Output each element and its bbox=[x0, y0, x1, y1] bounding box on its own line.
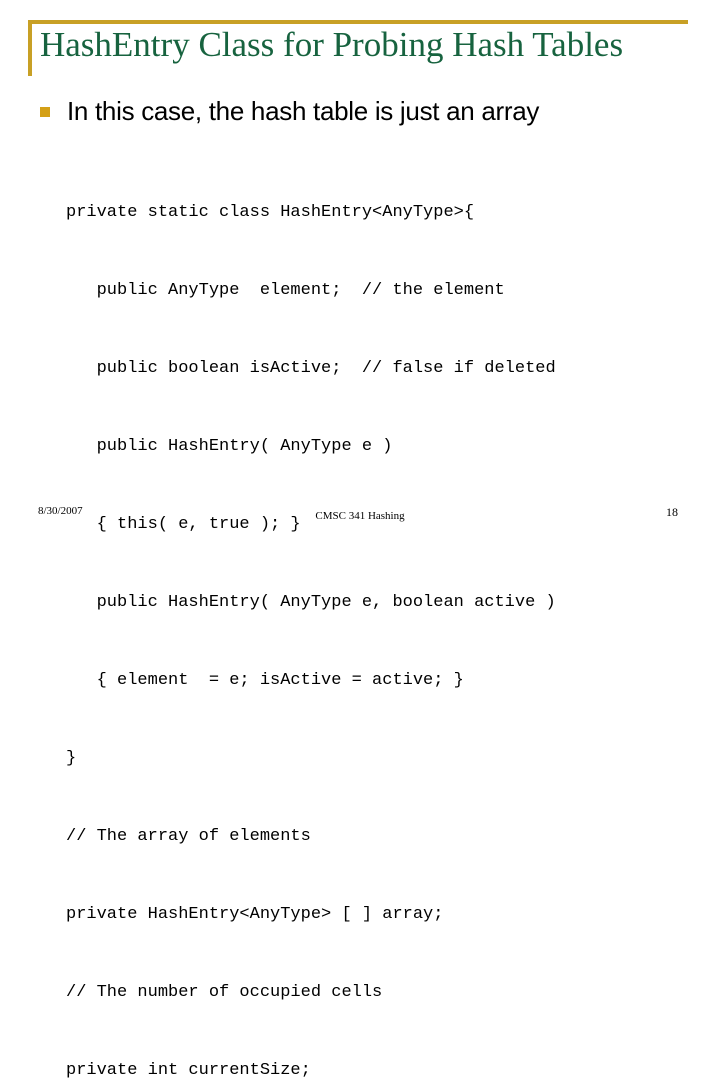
page-title: HashEntry Class for Probing Hash Tables bbox=[40, 25, 624, 64]
code-line: // The array of elements bbox=[66, 827, 311, 846]
code-line: // The number of occupied cells bbox=[66, 983, 383, 1002]
footer-course-label: CMSC 341 Hashing bbox=[315, 510, 405, 522]
code-line: public boolean isActive; // false if del… bbox=[66, 359, 556, 378]
code-line: { element = e; isActive = active; } bbox=[66, 671, 464, 690]
code-line: private int currentSize; bbox=[66, 1061, 311, 1080]
code-line: } bbox=[66, 749, 77, 768]
bullet-list-item: In this case, the hash table is just an … bbox=[40, 96, 680, 126]
bullet-item-label: In this case, the hash table is just an … bbox=[67, 96, 540, 126]
footer-page-number: 18 bbox=[666, 505, 678, 519]
slide: HashEntry Class for Probing Hash Tables … bbox=[0, 0, 720, 1080]
code-line: public HashEntry( AnyType e ) bbox=[66, 437, 393, 456]
title-left-rule bbox=[28, 20, 32, 76]
code-line: private static class HashEntry<AnyType>{ bbox=[66, 203, 475, 222]
code-line: public HashEntry( AnyType e, boolean act… bbox=[66, 593, 556, 612]
code-line: public AnyType element; // the element bbox=[66, 281, 505, 300]
code-block: private static class HashEntry<AnyType>{… bbox=[66, 148, 666, 1080]
slide-footer: 8/30/2007 CMSC 341 Hashing 18 bbox=[0, 505, 720, 525]
code-line: private HashEntry<AnyType> [ ] array; bbox=[66, 905, 444, 924]
square-bullet-icon bbox=[40, 107, 50, 117]
